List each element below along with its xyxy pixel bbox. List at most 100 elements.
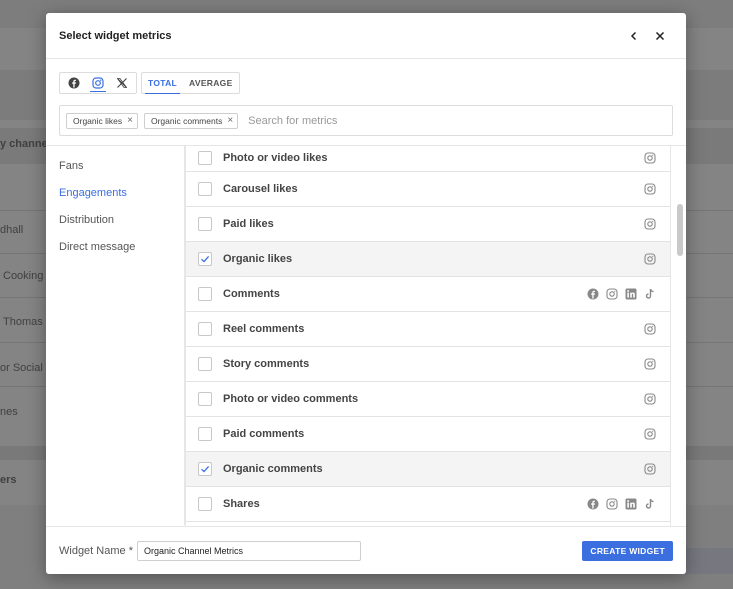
tiktok-icon [643, 287, 657, 301]
instagram-icon [643, 151, 657, 165]
metric-checkbox[interactable] [198, 182, 212, 196]
metric-row[interactable]: Comments [186, 277, 670, 312]
metric-checkbox[interactable] [198, 217, 212, 231]
metric-network-icons [643, 182, 657, 196]
metric-row[interactable]: Photo or video likes [186, 145, 670, 172]
metrics-toolbar: TOTAL AVERAGE [59, 71, 240, 95]
aggregation-average-button[interactable]: AVERAGE [183, 73, 239, 93]
category-engagements[interactable]: Engagements [46, 185, 184, 212]
category-list: Fans Engagements Distribution Direct mes… [46, 146, 185, 525]
metric-network-icons [643, 151, 657, 165]
category-distribution[interactable]: Distribution [46, 212, 184, 239]
metric-network-icons [643, 392, 657, 406]
metric-list[interactable]: Photo or video likes Carousel likes Paid l… [185, 145, 671, 527]
metric-network-icons [643, 252, 657, 266]
metric-label: Organic likes [223, 253, 293, 265]
facebook-icon [68, 77, 80, 89]
tiktok-icon [643, 497, 657, 511]
metric-network-icons [643, 427, 657, 441]
metric-label: Reel comments [223, 323, 305, 335]
instagram-icon [643, 392, 657, 406]
scrollbar-thumb[interactable] [677, 204, 683, 256]
create-widget-button[interactable]: CREATE WIDGET [582, 540, 673, 561]
check-icon [201, 465, 210, 473]
metric-row[interactable]: Shares [186, 487, 670, 522]
chip-label: Organic comments [150, 115, 223, 126]
metric-row[interactable]: Organic comments [186, 452, 670, 487]
close-icon [655, 31, 665, 40]
metric-label: Photo or video comments [223, 393, 359, 405]
metric-label: Paid comments [223, 428, 305, 440]
metric-checkbox[interactable] [198, 497, 212, 511]
instagram-icon [643, 252, 657, 266]
chip-remove-button[interactable]: × [127, 115, 133, 126]
metric-row[interactable]: Carousel likes [186, 172, 670, 207]
metric-row[interactable]: Photo or video comments [186, 382, 670, 417]
check-icon [201, 255, 210, 263]
metric-checkbox[interactable] [198, 322, 212, 336]
instagram-icon [605, 287, 619, 301]
metric-checkbox[interactable] [198, 392, 212, 406]
widget-name-label: Widget Name * [59, 544, 133, 557]
metric-checkbox[interactable] [198, 287, 212, 301]
modal-header: Select widget metrics [46, 13, 686, 59]
metric-network-icons [643, 357, 657, 371]
linkedin-icon [624, 497, 638, 511]
aggregation-toggle: TOTAL AVERAGE [141, 72, 240, 94]
instagram-icon [643, 462, 657, 476]
widget-name-input[interactable] [136, 540, 361, 561]
metric-checkbox[interactable] [198, 427, 212, 441]
metric-label: Comments [223, 288, 280, 300]
metric-label: Photo or video likes [223, 152, 328, 164]
selected-metric-chip: Organic likes × [66, 112, 138, 129]
metrics-body: Fans Engagements Distribution Direct mes… [46, 145, 686, 527]
facebook-icon [586, 497, 600, 511]
chip-remove-button[interactable]: × [227, 115, 233, 126]
instagram-icon [643, 357, 657, 371]
chip-label: Organic likes [73, 115, 123, 126]
metric-row[interactable]: Reel comments [186, 312, 670, 347]
metric-checkbox[interactable] [198, 357, 212, 371]
metric-network-icons [643, 322, 657, 336]
metric-checkbox[interactable] [198, 151, 212, 165]
metric-search-box[interactable]: Organic likes × Organic comments × [59, 105, 673, 136]
metric-label: Organic comments [223, 463, 323, 475]
x-icon [116, 78, 128, 88]
metric-checkbox[interactable] [198, 462, 212, 476]
selected-metric-chip: Organic comments × [143, 112, 239, 129]
metric-label: Story comments [223, 358, 310, 370]
metric-network-icons [586, 497, 657, 511]
metric-list-scrollbar[interactable] [674, 146, 686, 526]
close-button[interactable] [647, 23, 673, 49]
aggregation-total-button[interactable]: TOTAL [142, 73, 183, 94]
facebook-icon [586, 287, 600, 301]
modal-title: Select widget metrics [59, 29, 172, 42]
instagram-icon [643, 322, 657, 336]
instagram-icon [643, 427, 657, 441]
network-facebook-button[interactable] [62, 73, 86, 93]
chevron-left-icon [630, 31, 637, 40]
instagram-icon [643, 217, 657, 231]
metric-row[interactable]: Story comments [186, 347, 670, 382]
linkedin-icon [624, 287, 638, 301]
metric-row[interactable]: Paid comments [186, 417, 670, 452]
category-direct-message[interactable]: Direct message [46, 239, 184, 266]
category-fans[interactable]: Fans [46, 158, 184, 185]
search-input[interactable] [248, 114, 666, 127]
modal-footer: Widget Name * CREATE WIDGET [46, 526, 686, 574]
metric-row[interactable]: Paid likes [186, 207, 670, 242]
network-x-button[interactable] [110, 73, 134, 93]
select-metrics-modal: Select widget metrics TOTAL AVERAGE Orga [46, 13, 686, 574]
instagram-icon [92, 77, 104, 89]
metric-row[interactable]: Organic likes [186, 242, 670, 277]
back-button[interactable] [621, 23, 647, 49]
metric-network-icons [643, 462, 657, 476]
metric-label: Shares [223, 498, 260, 510]
metric-label: Carousel likes [223, 183, 298, 195]
instagram-icon [605, 497, 619, 511]
metric-checkbox[interactable] [198, 252, 212, 266]
metric-network-icons [586, 287, 657, 301]
network-instagram-button[interactable] [86, 73, 110, 93]
metric-label: Paid likes [223, 218, 274, 230]
instagram-icon [643, 182, 657, 196]
